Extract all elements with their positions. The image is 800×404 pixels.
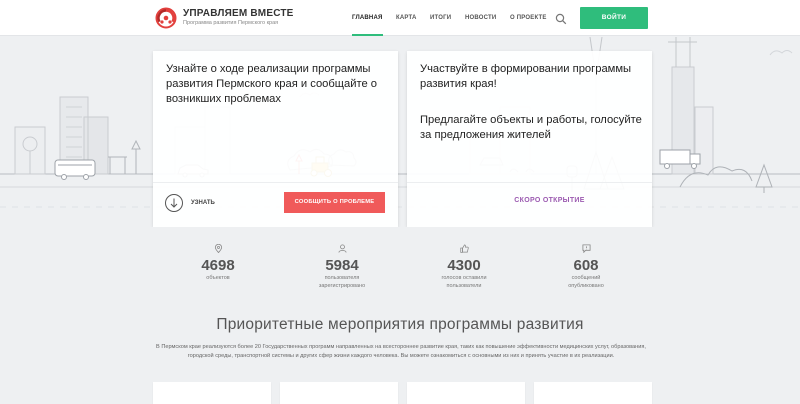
- stat-label: сообщений опубликовано: [568, 275, 604, 289]
- login-button[interactable]: ВОЙТИ: [580, 7, 648, 29]
- priority-tile[interactable]: [534, 382, 652, 404]
- stat-objects: 4698 объектов: [168, 244, 268, 283]
- priorities-title: Приоритетные мероприятия программы разви…: [216, 316, 584, 333]
- city-illustration: [0, 37, 800, 208]
- message-icon: [581, 244, 591, 253]
- stat-value: 4698: [201, 257, 235, 274]
- stat-label: голосов оставили пользователи: [441, 275, 487, 289]
- search-button[interactable]: [555, 12, 567, 25]
- thumbs-up-icon: [459, 244, 469, 253]
- stat-messages: 608 сообщений опубликовано: [536, 244, 636, 290]
- priority-tile[interactable]: [153, 382, 271, 404]
- participate-card-subtitle: Предлагайте объекты и работы, голосуйте …: [420, 114, 642, 141]
- logo-subtitle: Программа развития Пермского края: [183, 20, 279, 27]
- map-pin-icon: [214, 244, 222, 253]
- stat-value: 608: [573, 257, 599, 274]
- learn-more-label[interactable]: УЗНАТЬ: [191, 200, 215, 206]
- stat-votes: 4300 голосов оставили пользователи: [414, 244, 514, 290]
- priority-tile[interactable]: [280, 382, 398, 404]
- stat-label: объектов: [206, 275, 230, 281]
- participate-card-title: Участвуйте в формировании программы разв…: [420, 63, 632, 90]
- hero-section: Узнайте о ходе реализации программы разв…: [0, 37, 800, 227]
- info-card: Узнайте о ходе реализации программы разв…: [153, 51, 398, 227]
- stat-value: 5984: [325, 257, 359, 274]
- logo-icon: [155, 7, 177, 29]
- nav-item-main[interactable]: ГЛАВНАЯ: [352, 0, 383, 36]
- coming-soon-label: СКОРО ОТКРЫТИЕ: [514, 197, 585, 204]
- stat-value: 4300: [447, 257, 481, 274]
- learn-more-button[interactable]: [165, 194, 183, 212]
- priorities-description: В Пермском крае реализуются более 20 Гос…: [156, 344, 646, 359]
- logo[interactable]: УПРАВЛЯЕМ ВМЕСТЕ Программа развития Перм…: [155, 6, 365, 30]
- arrow-down-icon: [170, 198, 178, 208]
- stat-label: пользователя зарегистрировано: [318, 275, 366, 289]
- nav-item-results[interactable]: ИТОГИ: [430, 0, 451, 36]
- card-divider: [153, 182, 398, 183]
- card-divider: [407, 182, 652, 183]
- top-header: УПРАВЛЯЕМ ВМЕСТЕ Программа развития Перм…: [0, 0, 800, 36]
- stat-users: 5984 пользователя зарегистрировано: [292, 244, 392, 290]
- report-problem-button[interactable]: СООБЩИТЬ О ПРОБЛЕМЕ: [284, 192, 385, 213]
- priority-tile[interactable]: [407, 382, 525, 404]
- nav-item-map[interactable]: КАРТА: [396, 0, 417, 36]
- nav-item-about[interactable]: О ПРОЕКТЕ: [510, 0, 547, 36]
- nav-item-news[interactable]: НОВОСТИ: [465, 0, 496, 36]
- info-card-title: Узнайте о ходе реализации программы разв…: [166, 63, 378, 105]
- user-icon: [337, 244, 347, 253]
- participate-card: Участвуйте в формировании программы разв…: [407, 51, 652, 227]
- logo-title: УПРАВЛЯЕМ ВМЕСТЕ: [183, 8, 294, 20]
- search-icon: [555, 13, 567, 25]
